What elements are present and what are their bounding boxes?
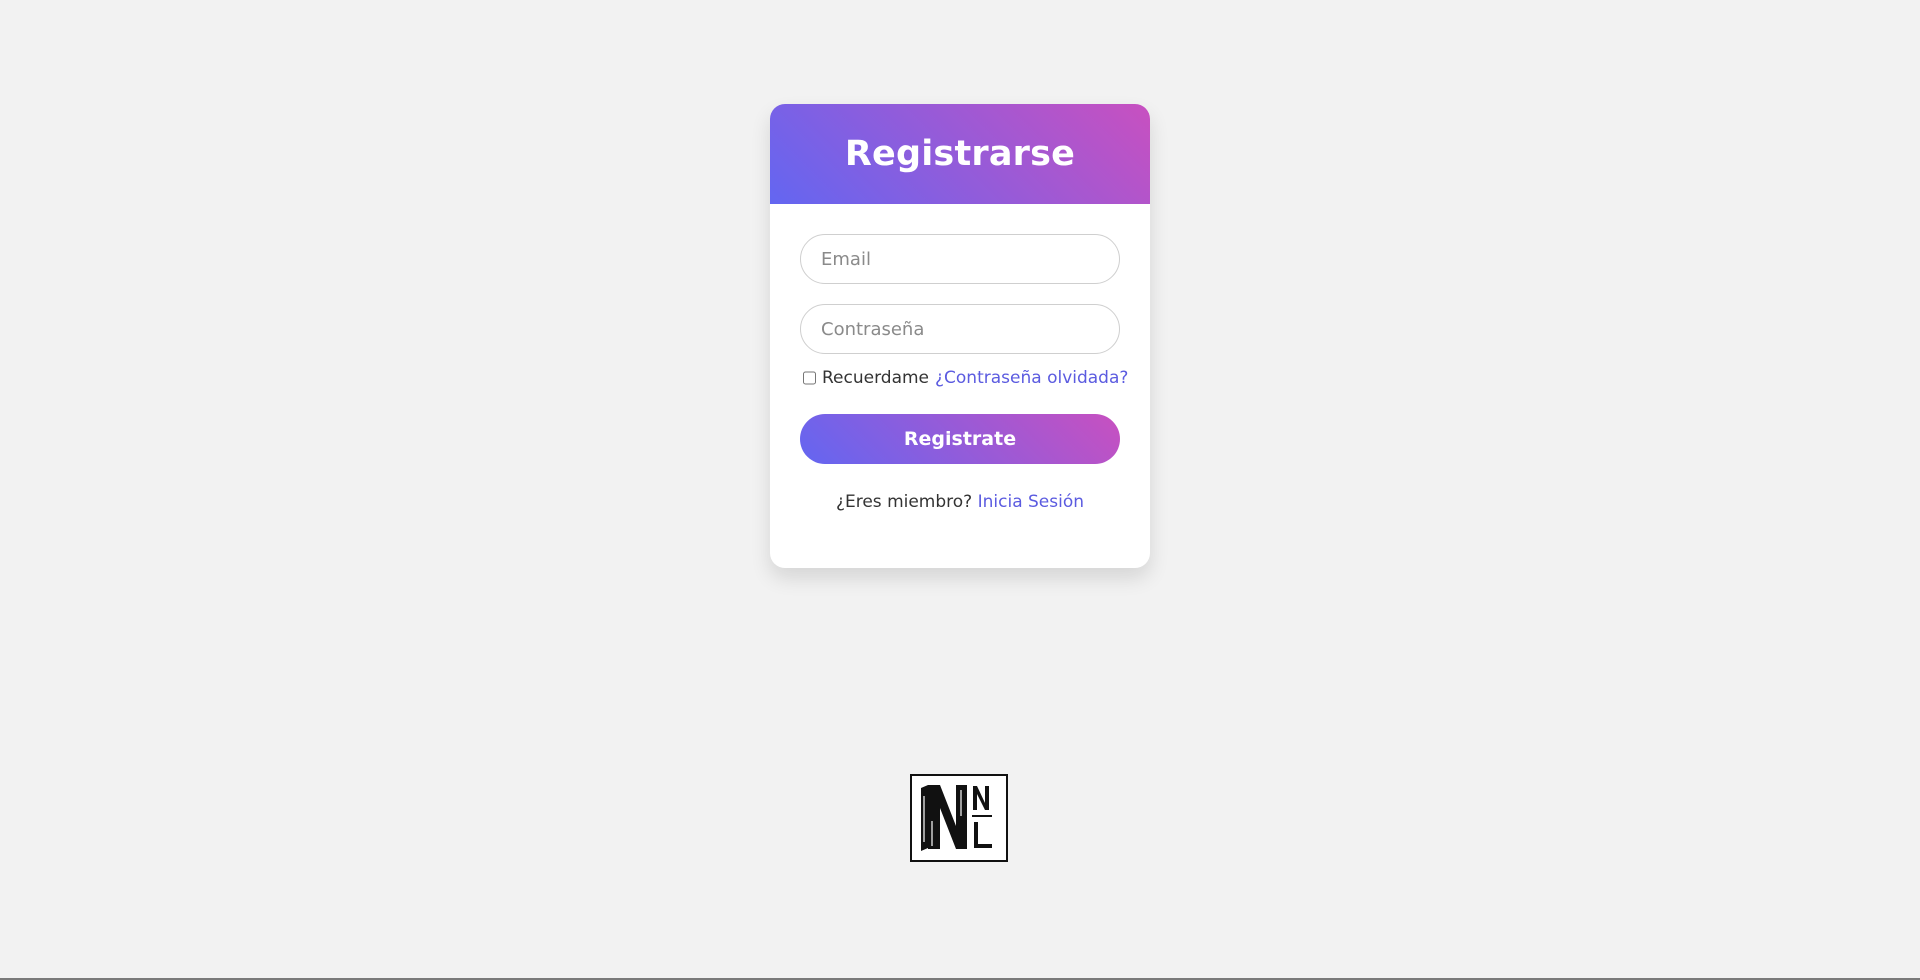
forgot-password-link[interactable]: ¿Contraseña olvidada?: [935, 368, 1128, 388]
register-card: Registrarse Recuerdame ¿Contraseña olvid…: [770, 104, 1150, 568]
email-input[interactable]: [800, 234, 1120, 284]
login-link[interactable]: Inicia Sesión: [978, 492, 1084, 512]
card-title: Registrarse: [844, 134, 1076, 174]
remember-label: Recuerdame: [822, 368, 930, 388]
member-text: ¿Eres miembro?: [835, 492, 973, 512]
member-row: ¿Eres miembro? Inicia Sesión: [800, 492, 1120, 512]
card-header: Registrarse: [770, 104, 1150, 204]
register-form: Recuerdame ¿Contraseña olvidada? Registr…: [770, 204, 1150, 512]
nnl-logo-graphic: [921, 785, 992, 851]
remember-row: Recuerdame ¿Contraseña olvidada?: [800, 366, 1128, 390]
remember-checkbox[interactable]: [803, 371, 816, 385]
password-input[interactable]: [800, 304, 1120, 354]
nnl-logo-icon: [910, 774, 1008, 862]
register-button[interactable]: Registrate: [800, 414, 1120, 464]
